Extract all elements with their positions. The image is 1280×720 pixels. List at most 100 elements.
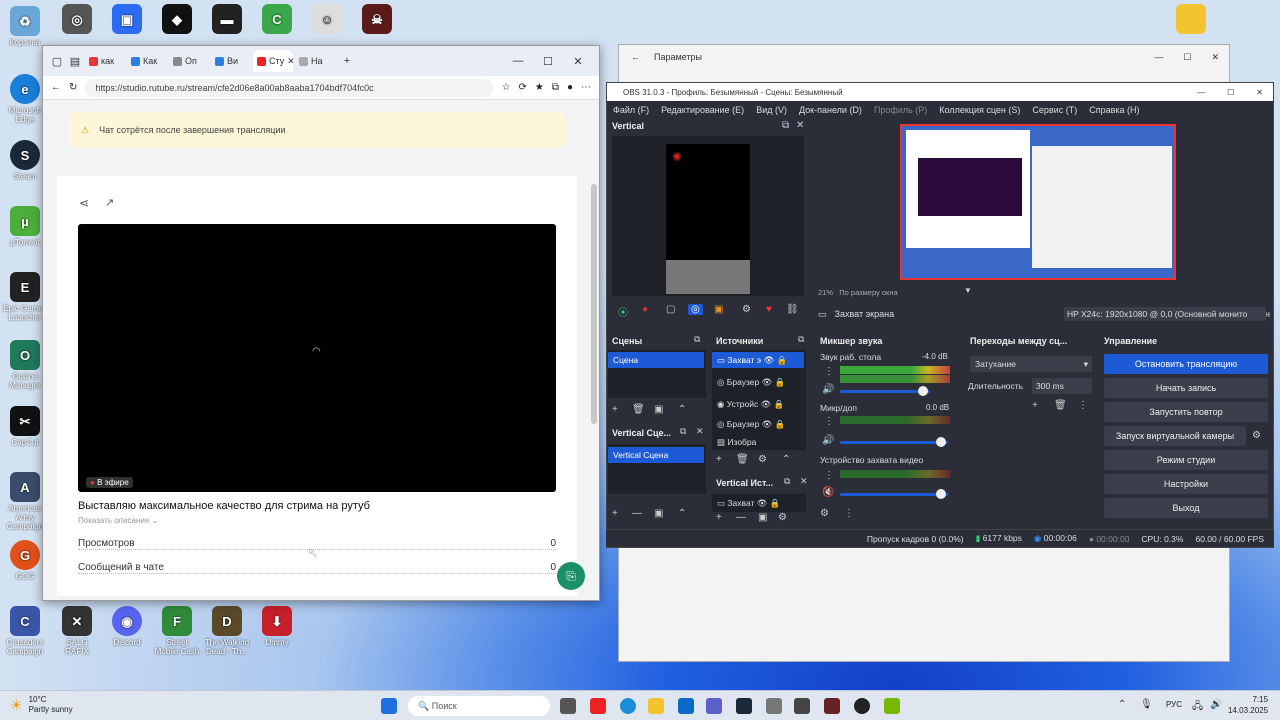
clock[interactable]: 7:15 14.03.2025 bbox=[1228, 694, 1268, 716]
menu-view[interactable]: Вид (V) bbox=[756, 105, 787, 115]
extensions-icon[interactable]: ⟳ bbox=[518, 82, 526, 93]
sidebar-toggle-icon[interactable]: ▢ bbox=[49, 55, 65, 68]
stop-streaming-button[interactable]: Остановить трансляцию bbox=[1104, 354, 1268, 374]
transition-select[interactable]: Затухание ▾ bbox=[970, 356, 1092, 372]
desktop-icon-discord[interactable]: ◉ Discord bbox=[104, 606, 150, 647]
scene-filters-icon[interactable]: ▣ bbox=[654, 404, 663, 415]
profile-icon[interactable]: ● bbox=[567, 82, 573, 93]
start-icon[interactable] bbox=[381, 698, 397, 714]
source-item[interactable]: ◎ Браузер 👁 🔒 bbox=[712, 374, 804, 390]
browser-tab[interactable]: Оп bbox=[169, 50, 209, 72]
source-item[interactable]: ◎ Браузер 👁 🔒 bbox=[712, 416, 804, 432]
desktop-icon-folder[interactable] bbox=[1168, 4, 1214, 36]
start-replay-button[interactable]: Запустить повтор bbox=[1104, 402, 1268, 422]
move-up-icon[interactable]: ⌃ bbox=[678, 508, 686, 519]
minimize-icon[interactable]: — bbox=[503, 55, 533, 68]
minimize-icon[interactable]: — bbox=[1197, 88, 1205, 97]
menu-icon[interactable]: ⋯ bbox=[581, 82, 591, 93]
taskbar-search[interactable]: 🔍 Поиск bbox=[408, 696, 550, 716]
reload-icon[interactable]: ↻ bbox=[69, 82, 77, 93]
desktop-icon-ccleaner[interactable]: C bbox=[254, 4, 300, 36]
volume-slider[interactable] bbox=[840, 489, 948, 499]
muted-speaker-icon[interactable]: 🔇 bbox=[822, 487, 834, 498]
youtube-icon[interactable] bbox=[590, 698, 606, 714]
browser-tab[interactable]: Как bbox=[127, 50, 167, 72]
browser-tab[interactable]: На bbox=[295, 50, 335, 72]
undock-icon[interactable]: ⧉ bbox=[680, 426, 686, 437]
menu-help[interactable]: Справка (H) bbox=[1089, 105, 1139, 115]
browser-tab[interactable]: как bbox=[85, 50, 125, 72]
back-icon[interactable]: ← bbox=[51, 82, 61, 93]
microphone-icon[interactable]: 🎙 bbox=[1140, 699, 1153, 710]
share-icon[interactable]: ⋖ bbox=[79, 196, 89, 210]
browser-tab[interactable]: Ви bbox=[211, 50, 251, 72]
source-item[interactable]: ◉ Устройс 👁 🔒 bbox=[712, 396, 804, 412]
virtual-camera-settings-icon[interactable]: ⚙ bbox=[1252, 430, 1261, 441]
exit-button[interactable]: Выход bbox=[1104, 498, 1268, 518]
replay-icon[interactable]: ▣ bbox=[714, 304, 723, 315]
close-tab-icon[interactable]: ✕ bbox=[287, 56, 293, 67]
link-icon[interactable]: ⛓ bbox=[786, 304, 799, 315]
url-field[interactable]: https://studio.rutube.ru/stream/cfe2d06e… bbox=[85, 78, 494, 97]
desktop-icon-walking-dead[interactable]: D The Walking Dead - Th... bbox=[204, 606, 250, 656]
settings-button[interactable]: Настройки bbox=[1104, 474, 1268, 494]
close-dock-icon[interactable]: ✕ bbox=[696, 426, 704, 437]
source-settings-icon[interactable]: ⚙ bbox=[778, 512, 787, 523]
close-dock-icon[interactable]: ✕ bbox=[796, 120, 804, 131]
game-taskbar-icon[interactable] bbox=[824, 698, 840, 714]
close-icon[interactable]: ✕ bbox=[1256, 88, 1263, 97]
minimize-icon[interactable]: — bbox=[1154, 52, 1163, 63]
menu-docks[interactable]: Док-панели (D) bbox=[799, 105, 862, 115]
open-external-icon[interactable]: ↗ bbox=[105, 196, 114, 209]
channel-menu-icon[interactable]: ⋮ bbox=[824, 470, 834, 481]
desktop-icon-roblox-player[interactable]: ▣ bbox=[104, 4, 150, 36]
weather-widget[interactable]: ☀ 10°C Partly sunny bbox=[10, 695, 73, 715]
undock-icon[interactable]: ⧉ bbox=[784, 476, 790, 487]
nvidia-icon[interactable] bbox=[884, 698, 900, 714]
menu-scene-collection[interactable]: Коллекция сцен (S) bbox=[939, 105, 1020, 115]
studio-mode-button[interactable]: Режим студии bbox=[1104, 450, 1268, 470]
remove-source-icon[interactable]: — bbox=[736, 512, 746, 523]
tray-chevron-icon[interactable]: ⌃ bbox=[1118, 699, 1126, 710]
close-icon[interactable]: ✕ bbox=[563, 55, 593, 68]
display-select[interactable]: HP X24c: 1920x1080 @ 0,0 (Основной монит… bbox=[1064, 307, 1266, 321]
undock-icon[interactable]: ⧉ bbox=[798, 334, 804, 345]
show-description-link[interactable]: Показать описание ⌄ bbox=[78, 516, 158, 525]
vertical-preview[interactable]: ✺ bbox=[612, 136, 804, 296]
volume-knob[interactable] bbox=[936, 437, 946, 447]
move-up-icon[interactable]: ⌃ bbox=[678, 404, 686, 415]
heart-icon[interactable]: ♥ bbox=[766, 304, 772, 315]
add-scene-icon[interactable]: + bbox=[612, 508, 618, 519]
tab-groups-icon[interactable]: ▤ bbox=[67, 55, 83, 68]
scene-filters-icon[interactable]: ▣ bbox=[654, 508, 663, 519]
remove-source-icon[interactable]: 🗑 bbox=[736, 454, 749, 465]
language-indicator[interactable]: РУС bbox=[1166, 700, 1182, 709]
scene-item[interactable]: Сцена bbox=[608, 352, 704, 368]
edge-taskbar-icon[interactable] bbox=[620, 698, 636, 714]
desktop-icon-outline[interactable]: ◎ bbox=[54, 4, 100, 36]
maximize-icon[interactable]: ☐ bbox=[533, 55, 563, 68]
desktop-icon-salgrafix[interactable]: ✕ SALG RAFIX bbox=[54, 606, 100, 656]
mixer-settings-icon[interactable]: ⚙ bbox=[820, 508, 829, 519]
teams-icon[interactable] bbox=[706, 698, 722, 714]
add-source-icon[interactable]: + bbox=[716, 454, 722, 465]
source-properties-icon[interactable]: ▣ bbox=[758, 512, 767, 523]
steam-taskbar-icon[interactable] bbox=[736, 698, 752, 714]
settings-taskbar-icon[interactable] bbox=[766, 698, 782, 714]
duration-spinbox[interactable]: 300 ms bbox=[1032, 378, 1092, 394]
desktop-icon-rayman[interactable]: ☺ bbox=[304, 4, 350, 36]
add-transition-icon[interactable]: + bbox=[1032, 400, 1038, 411]
volume-icon[interactable]: 🔊 bbox=[1210, 699, 1222, 710]
page-scrollbar[interactable] bbox=[591, 184, 597, 424]
add-scene-icon[interactable]: + bbox=[612, 404, 618, 415]
desktop-icon-recycle-bin[interactable]: ♻ Корзина bbox=[2, 6, 48, 47]
volume-knob[interactable] bbox=[918, 386, 928, 396]
menu-file[interactable]: Файл (F) bbox=[613, 105, 649, 115]
maximize-icon[interactable]: ☐ bbox=[1227, 88, 1234, 97]
source-item[interactable]: ▭ Захват э 👁 🔒 bbox=[712, 352, 804, 368]
desktop-icon-ftp[interactable]: F Street Mobile Cash bbox=[154, 606, 200, 656]
desktop-icon-roblox-studio[interactable]: ◆ bbox=[154, 4, 200, 36]
desktop-icon-rainbow[interactable]: ☠ bbox=[354, 4, 400, 36]
move-up-icon[interactable]: ⌃ bbox=[782, 454, 790, 465]
menu-tools[interactable]: Сервис (T) bbox=[1032, 105, 1077, 115]
